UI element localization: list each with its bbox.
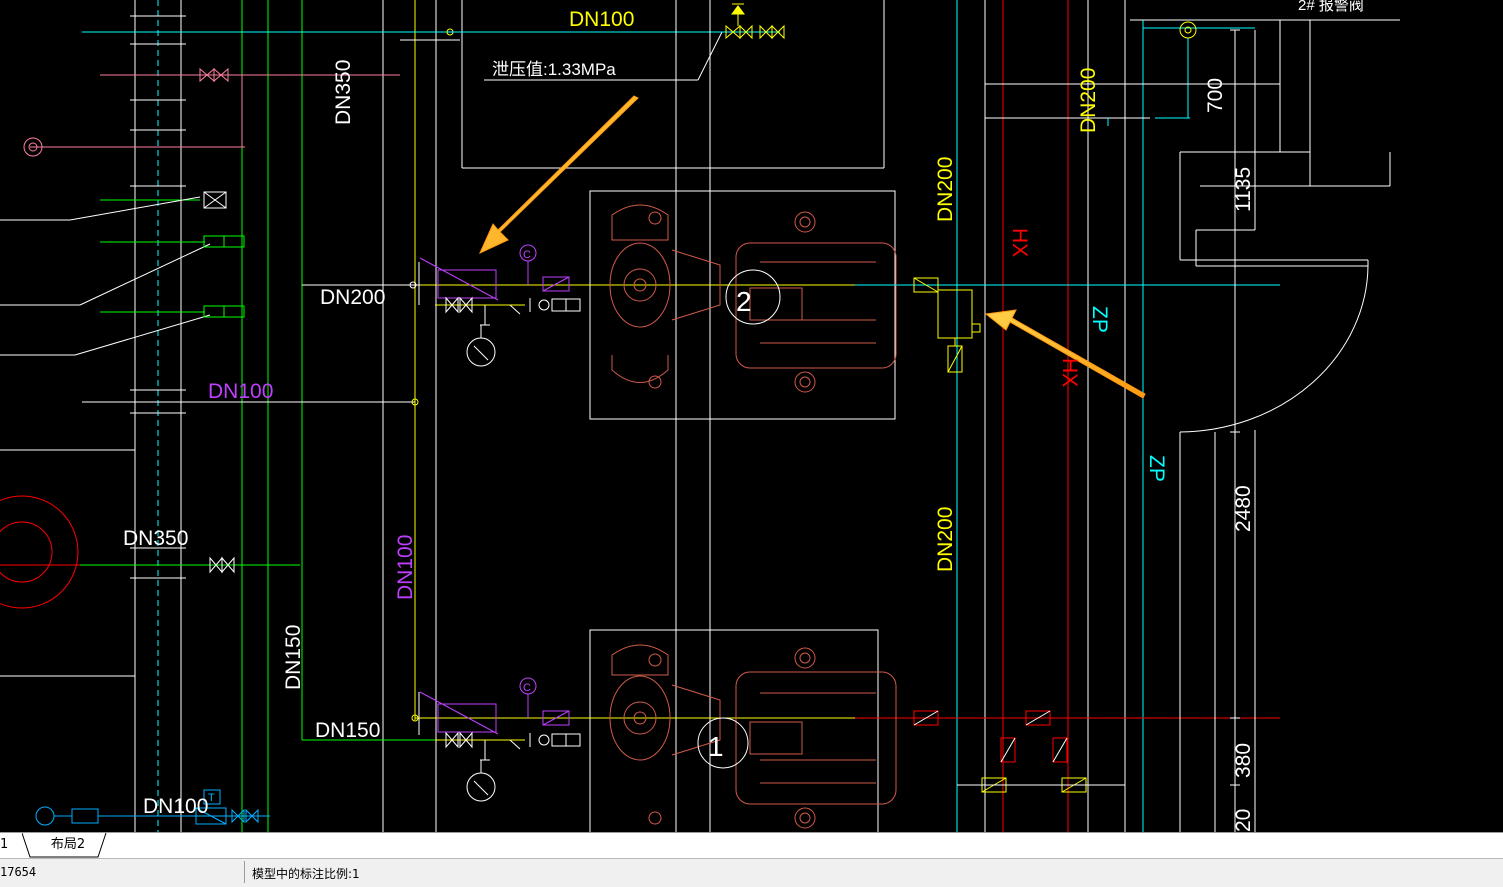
left-structure [0, 0, 460, 832]
status-divider [244, 861, 245, 883]
pump-1-assembly [419, 629, 1280, 832]
right-structure [985, 19, 1400, 832]
gauge-c-lower: C [523, 682, 531, 694]
label-dn150-vertical: DN150 [282, 625, 305, 690]
annotation-arrows [478, 95, 1146, 399]
cad-drawing-canvas[interactable]: DN100 泄压值:1.33MPa DN350 DN200 DN100 DN35… [0, 0, 1503, 832]
pipe-label-hx-upper: HX [1008, 228, 1031, 257]
dim-700: 700 [1204, 78, 1227, 113]
label-dn100-magenta-v: DN100 [394, 535, 417, 600]
pump-2-assembly [419, 190, 1280, 420]
dim-1135: 1135 [1232, 167, 1255, 212]
label-relief-pressure: 泄压值:1.33MPa [492, 60, 616, 79]
layout-tab-bar: 1 布局2 [0, 832, 1503, 859]
gauge-c-upper: C [523, 249, 531, 261]
label-dn200-left: DN200 [320, 286, 385, 309]
coordinates-readout: 17654 [0, 865, 37, 879]
pipe-label-zp-upper: ZP [1088, 306, 1111, 333]
label-dn200-right: DN200 [1077, 68, 1100, 133]
label-dn200-mid-upper: DN200 [934, 157, 957, 222]
dim-2480: 2480 [1232, 485, 1255, 532]
pump-2-number: 2 [736, 286, 752, 317]
dim-bottom: 20 [1232, 809, 1255, 832]
pump-1-number: 1 [708, 731, 724, 762]
status-bar: 17654 模型中的标注比例:1 [0, 858, 1503, 887]
annotation-scale-text[interactable]: 模型中的标注比例:1 [252, 865, 360, 882]
pipe-label-zp-lower: ZP [1145, 455, 1168, 482]
label-dn350-vertical: DN350 [332, 60, 355, 125]
pipe-label-hx-lower: HX [1058, 358, 1081, 387]
label-dn350-left: DN350 [123, 527, 188, 550]
label-dn100-magenta-h: DN100 [208, 380, 273, 403]
label-dn100-bottom: DN100 [143, 795, 208, 818]
label-dn150-bottom: DN150 [315, 719, 380, 742]
label-dn200-mid-lower: DN200 [934, 507, 957, 572]
label-alarm-valve: 2# 报警阀 [1298, 0, 1364, 14]
tab-layout2[interactable]: 布局2 [30, 833, 106, 857]
dim-380: 380 [1232, 743, 1255, 778]
relief-valve-area [450, 0, 885, 169]
thermo-t: T [208, 792, 215, 804]
tab-model[interactable]: 1 [0, 833, 22, 857]
label-dn100-top: DN100 [569, 8, 634, 31]
